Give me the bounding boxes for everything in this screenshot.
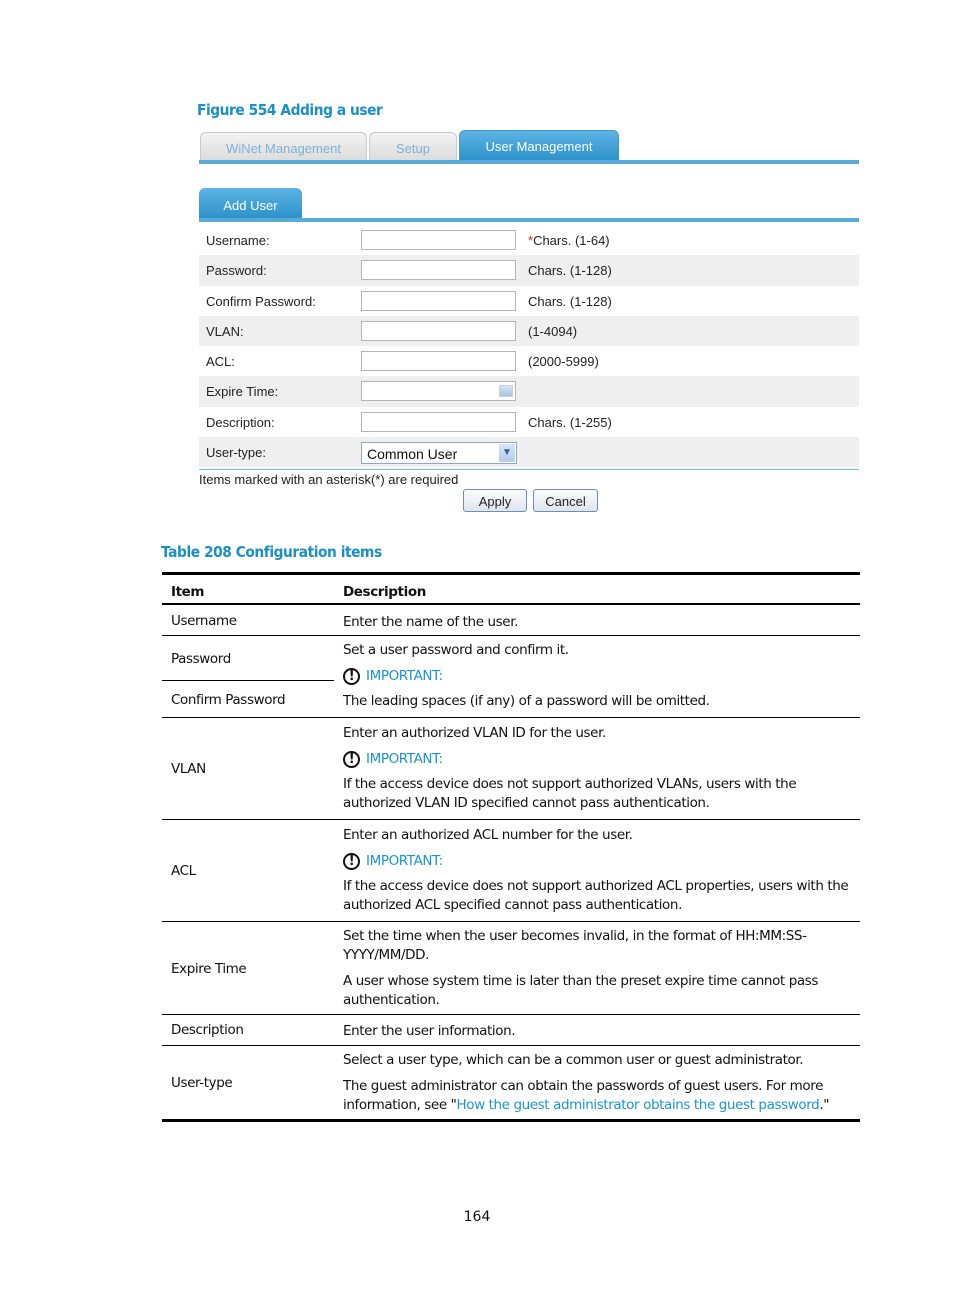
- description-text: The leading spaces (if any) of a passwor…: [343, 693, 710, 709]
- table-title: Table 208 Configuration items: [161, 543, 382, 561]
- expire-time-label: Expire Time:: [206, 384, 279, 400]
- description-text: Enter the user information.: [343, 1023, 516, 1039]
- main-tabbar: WiNet Management Setup User Management: [199, 128, 859, 164]
- description-text-post: .": [819, 1097, 830, 1113]
- acl-hint: (2000-5999): [528, 354, 599, 370]
- vlan-hint: (1-4094): [528, 323, 578, 339]
- username-input[interactable]: [361, 230, 516, 250]
- required-note: Items marked with an asterisk(*) are req…: [199, 472, 459, 487]
- chevron-down-icon[interactable]: ▼: [499, 444, 515, 463]
- confirm-password-input[interactable]: [361, 290, 516, 311]
- acl-row: ACL: (2000-5999): [199, 346, 859, 376]
- description-label: Description:: [206, 414, 275, 430]
- user-type-value: Common User: [367, 446, 458, 463]
- table-row-user-type: User-type Select a user type, which can …: [162, 1046, 860, 1122]
- guest-password-link[interactable]: How the guest administrator obtains the …: [456, 1097, 819, 1113]
- form-divider: [199, 469, 859, 470]
- description-text: If the access device does not support au…: [343, 878, 849, 913]
- password-label: Password:: [206, 263, 267, 279]
- important-label: IMPORTANT:: [366, 668, 443, 684]
- important-label: IMPORTANT:: [366, 751, 443, 767]
- important-note: ! IMPORTANT:: [343, 750, 850, 769]
- confirm-password-label: Confirm Password:: [206, 293, 316, 309]
- important-icon: !: [343, 668, 360, 685]
- important-note: ! IMPORTANT:: [343, 852, 850, 871]
- acl-label: ACL:: [206, 354, 235, 370]
- confirm-password-hint: Chars. (1-128): [528, 293, 612, 309]
- item-cell: Password: [171, 651, 231, 667]
- password-hint: Chars. (1-128): [528, 263, 612, 279]
- description-cell: Enter an authorized ACL number for the u…: [343, 826, 850, 915]
- tab-winet-management[interactable]: WiNet Management: [200, 132, 367, 160]
- username-hint: *Chars. (1-64): [528, 233, 610, 248]
- password-input[interactable]: [361, 260, 516, 281]
- user-type-row: User-type: Common User ▼: [199, 437, 859, 468]
- important-note: ! IMPORTANT:: [343, 667, 850, 686]
- description-text: Enter an authorized VLAN ID for the user…: [343, 725, 606, 741]
- username-hint-text: Chars. (1-64): [533, 233, 610, 248]
- expire-time-input[interactable]: [361, 381, 516, 402]
- item-divider: [162, 680, 334, 681]
- configuration-table: Item Description Username Enter the name…: [162, 572, 860, 1122]
- important-label: IMPORTANT:: [366, 853, 443, 869]
- username-row: Username: *Chars. (1-64): [199, 225, 859, 255]
- item-cell: ACL: [171, 863, 196, 879]
- description-cell: Enter an authorized VLAN ID for the user…: [343, 724, 850, 813]
- item-cell: Expire Time: [171, 961, 247, 977]
- table-row-username: Username Enter the name of the user.: [162, 605, 860, 636]
- vlan-row: VLAN: (1-4094): [199, 315, 859, 347]
- item-cell: Username: [171, 613, 237, 629]
- description-text: Set a user password and confirm it.: [343, 642, 569, 658]
- description-text: Select a user type, which can be a commo…: [343, 1052, 804, 1068]
- figure-title: Figure 554 Adding a user: [197, 101, 383, 119]
- description-text: Enter the name of the user.: [343, 614, 518, 630]
- apply-button[interactable]: Apply: [463, 489, 527, 512]
- expire-time-row: Expire Time:: [199, 376, 859, 407]
- add-user-form: Username: *Chars. (1-64) Password: Chars…: [199, 225, 859, 468]
- description-input[interactable]: [361, 411, 516, 432]
- table-header: Item Description: [162, 575, 860, 605]
- item-cell: User-type: [171, 1075, 233, 1091]
- description-cell: Set the time when the user becomes inval…: [343, 927, 850, 1010]
- password-row: Password: Chars. (1-128): [199, 255, 859, 286]
- calendar-icon[interactable]: [499, 385, 513, 398]
- description-text: Enter an authorized ACL number for the u…: [343, 827, 633, 843]
- item-cell: Description: [171, 1022, 244, 1038]
- cancel-button[interactable]: Cancel: [533, 489, 598, 512]
- confirm-password-row: Confirm Password: Chars. (1-128): [199, 286, 859, 316]
- description-text: Set the time when the user becomes inval…: [343, 928, 807, 963]
- table-row-description: Description Enter the user information.: [162, 1015, 860, 1046]
- header-description: Description: [343, 584, 426, 600]
- description-hint: Chars. (1-255): [528, 414, 612, 430]
- page-number: 164: [463, 1209, 491, 1225]
- description-text: If the access device does not support au…: [343, 776, 797, 811]
- item-cell: Confirm Password: [171, 692, 286, 708]
- username-label: Username:: [206, 233, 270, 248]
- vlan-label: VLAN:: [206, 323, 244, 339]
- table-row-expire-time: Expire Time Set the time when the user b…: [162, 922, 860, 1015]
- add-user-screenshot: WiNet Management Setup User Management A…: [199, 128, 859, 518]
- item-cell: VLAN: [171, 761, 206, 777]
- description-text: The guest administrator can obtain the p…: [343, 1077, 850, 1115]
- tab-user-management[interactable]: User Management: [459, 130, 619, 160]
- sub-tabbar: Add User: [199, 186, 859, 222]
- description-row: Description: Chars. (1-255): [199, 407, 859, 437]
- table-row-acl: ACL Enter an authorized ACL number for t…: [162, 820, 860, 922]
- description-cell: Set a user password and confirm it. ! IMP…: [343, 641, 850, 711]
- important-icon: !: [343, 853, 360, 870]
- description-cell: Select a user type, which can be a commo…: [343, 1051, 850, 1115]
- description-cell: Enter the user information.: [343, 1022, 850, 1041]
- user-type-label: User-type:: [206, 445, 266, 461]
- header-item: Item: [171, 584, 205, 600]
- important-icon: !: [343, 751, 360, 768]
- table-row-vlan: VLAN Enter an authorized VLAN ID for the…: [162, 718, 860, 820]
- tab-setup[interactable]: Setup: [369, 132, 457, 160]
- user-type-select[interactable]: Common User ▼: [361, 442, 517, 465]
- description-cell: Enter the name of the user.: [343, 613, 850, 632]
- acl-input[interactable]: [361, 351, 516, 372]
- table-row-password: Password Confirm Password Set a user pas…: [162, 636, 860, 718]
- tab-add-user[interactable]: Add User: [199, 188, 302, 218]
- description-text: A user whose system time is later than t…: [343, 973, 819, 1008]
- vlan-input[interactable]: [361, 320, 516, 341]
